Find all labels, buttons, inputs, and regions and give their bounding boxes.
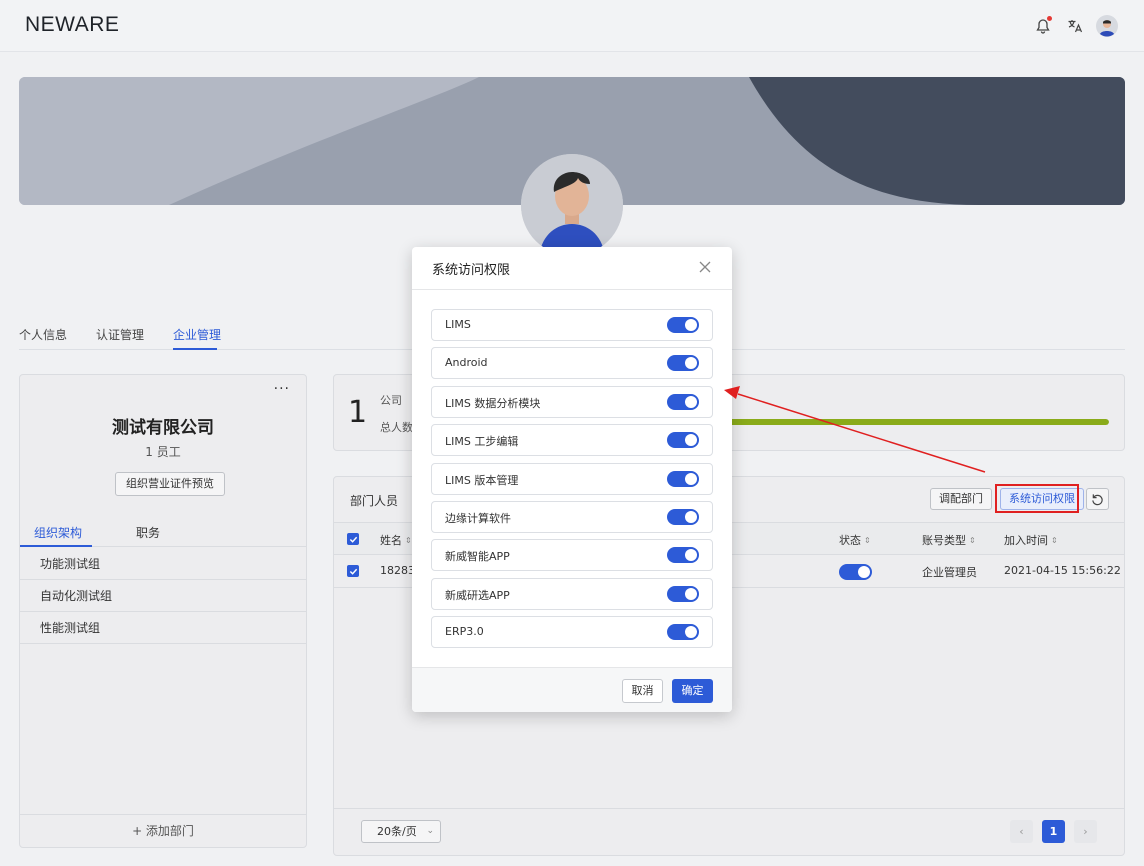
permission-label: 新威研选APP	[445, 589, 510, 602]
permission-row: 新威研选APP	[431, 578, 713, 610]
modal-footer: 取消 确定	[412, 667, 732, 712]
toggle-knob	[685, 396, 697, 408]
permission-row: LIMS 数据分析模块	[431, 386, 713, 418]
permission-label: Android	[445, 356, 488, 369]
permission-toggle[interactable]	[667, 586, 699, 602]
permission-label: LIMS	[445, 318, 471, 331]
toggle-knob	[685, 626, 697, 638]
permission-toggle[interactable]	[667, 547, 699, 563]
permission-label: LIMS 数据分析模块	[445, 397, 541, 410]
permission-toggle[interactable]	[667, 394, 699, 410]
cancel-button[interactable]: 取消	[622, 679, 663, 703]
permission-row: 新威智能APP	[431, 539, 713, 571]
toggle-knob	[685, 473, 697, 485]
modal-title: 系统访问权限	[432, 263, 511, 278]
page: NEWARE 个人信息 认证管理 企业管理 ··· 测试有限公司 1 员工 组织…	[0, 0, 1144, 866]
permission-label: ERP3.0	[445, 625, 484, 638]
toggle-knob	[685, 319, 697, 331]
permission-label: LIMS 工步编辑	[445, 435, 519, 448]
toggle-knob	[685, 588, 697, 600]
permission-toggle[interactable]	[667, 471, 699, 487]
permission-toggle[interactable]	[667, 624, 699, 640]
permission-row: LIMS 工步编辑	[431, 424, 713, 456]
permission-toggle[interactable]	[667, 355, 699, 371]
toggle-knob	[685, 549, 697, 561]
close-icon[interactable]	[698, 260, 714, 276]
permission-row: ERP3.0	[431, 616, 713, 648]
toggle-knob	[685, 511, 697, 523]
modal-header: 系统访问权限	[412, 247, 732, 290]
toggle-knob	[685, 434, 697, 446]
permission-row: Android	[431, 347, 713, 379]
permission-row: LIMS	[431, 309, 713, 341]
system-access-modal: 系统访问权限 LIMS Android LIMS 数据分析模块 LIMS 工步编…	[412, 247, 732, 712]
confirm-button[interactable]: 确定	[672, 679, 713, 703]
permission-label: LIMS 版本管理	[445, 474, 519, 487]
permission-label: 新威智能APP	[445, 550, 510, 563]
permission-toggle[interactable]	[667, 509, 699, 525]
permission-label: 边缘计算软件	[445, 512, 511, 525]
permission-row: 边缘计算软件	[431, 501, 713, 533]
permission-row: LIMS 版本管理	[431, 463, 713, 495]
permission-toggle[interactable]	[667, 317, 699, 333]
permission-toggle[interactable]	[667, 432, 699, 448]
toggle-knob	[685, 357, 697, 369]
